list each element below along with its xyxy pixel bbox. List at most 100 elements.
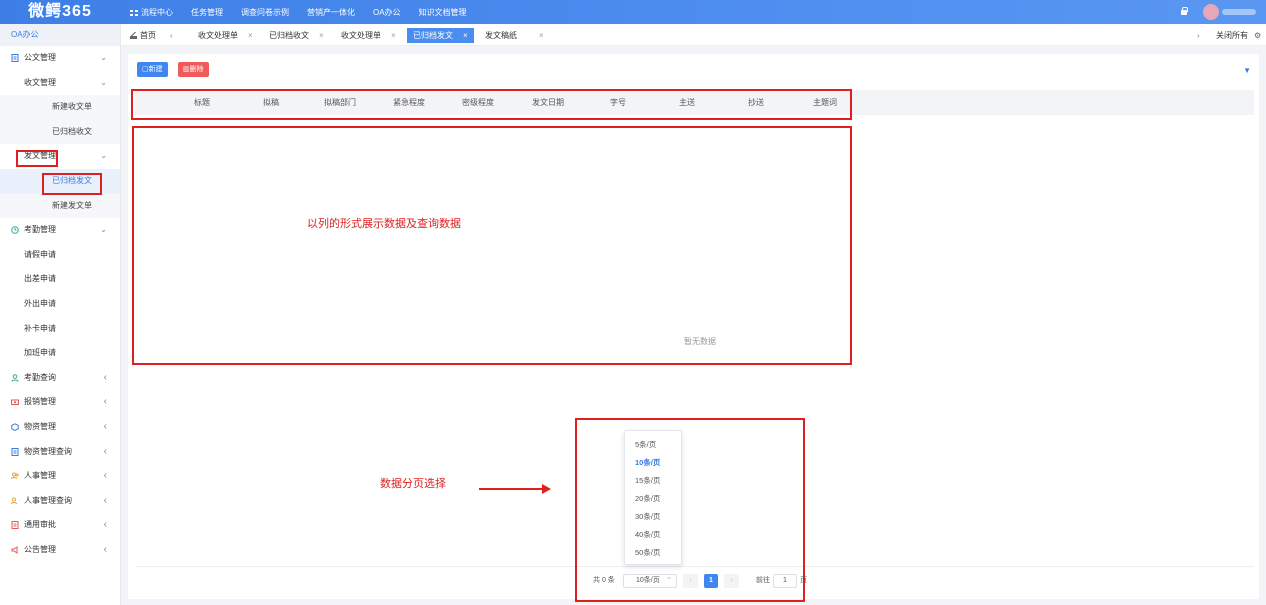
close-icon[interactable]: × — [248, 31, 253, 40]
sidebar-item-archived-incoming[interactable]: 已归档收文 — [0, 119, 120, 145]
topnav-process-center[interactable]: 流程中心 — [130, 7, 173, 18]
tab-outgoing-draft[interactable]: 发文稿纸 × — [485, 28, 544, 43]
close-icon[interactable]: × — [539, 31, 544, 40]
goto-page-input[interactable]: 1 — [773, 574, 797, 588]
tabs-scroll-left[interactable]: ‹ — [170, 28, 173, 43]
tab-label: 收文处理单 — [341, 31, 381, 40]
trash-icon: ▥ — [183, 66, 190, 73]
topnav-label: 流程中心 — [141, 7, 173, 17]
annotation-box-table-body — [132, 126, 852, 365]
tab-archived-outgoing[interactable]: 已归档发文 × — [407, 28, 474, 43]
annotation-table-note: 以列的形式展示数据及查询数据 — [307, 218, 461, 230]
delete-button-label: 删除 — [189, 66, 204, 73]
box-icon — [11, 423, 19, 431]
tab-archived-incoming[interactable]: 已归档收文 × — [269, 28, 324, 43]
topnav-marketing[interactable]: 营销产一体化 — [307, 7, 355, 18]
sidebar-item-incoming-management[interactable]: 收文管理 — [0, 71, 120, 96]
page-size-option[interactable]: 5条/页 — [635, 439, 656, 450]
page-size-option[interactable]: 40条/页 — [635, 529, 660, 540]
delete-button[interactable]: ▥删除 — [178, 62, 209, 77]
chevron-left-icon — [104, 366, 107, 391]
top-bar: 微鳄365 流程中心 任务管理 调查问卷示例 营销产一体化 OA办公 知识文档管… — [0, 0, 1266, 24]
sidebar-label: 公文管理 — [24, 53, 56, 62]
close-icon[interactable]: × — [319, 31, 324, 40]
sidebar-item-materials[interactable]: 物资管理 — [0, 415, 120, 440]
chevron-down-icon — [100, 144, 107, 169]
tab-incoming-form-1[interactable]: 收文处理单 × — [198, 28, 253, 43]
sidebar-item-hr-query[interactable]: 人事管理查询 — [0, 489, 120, 514]
sidebar-label: 人事管理 — [24, 471, 56, 481]
annotation-box-table-header — [131, 89, 852, 120]
sidebar-item-new-outgoing[interactable]: 新建发文单 — [0, 193, 120, 219]
close-icon[interactable]: × — [463, 31, 468, 40]
sidebar-header: OA办公 — [0, 24, 120, 46]
prev-page-button[interactable]: ‹ — [683, 574, 698, 588]
topnav-survey-example[interactable]: 调查问卷示例 — [241, 7, 289, 18]
tab-home[interactable]: 首页 — [130, 28, 156, 43]
sidebar-item-business-trip[interactable]: 出差申请 — [0, 267, 120, 292]
sidebar-label: 公告管理 — [24, 544, 56, 554]
topnav-task-management[interactable]: 任务管理 — [191, 7, 223, 18]
tab-bar: 首页 ‹ 收文处理单 × 已归档收文 × 收文处理单 × 已归档发文 × 发文稿纸 × ›… — [121, 24, 1266, 46]
sidebar-item-materials-query[interactable]: 物资管理查询 — [0, 440, 120, 465]
list-icon — [11, 447, 19, 456]
chevron-left-icon — [104, 464, 107, 489]
topnav-oa-office[interactable]: OA办公 — [373, 7, 401, 18]
sidebar-item-leave-request[interactable]: 请假申请 — [0, 243, 120, 268]
sidebar-item-new-incoming[interactable]: 新建收文单 — [0, 95, 120, 120]
pagination-total: 共 0 条 — [593, 577, 615, 584]
close-all-tabs[interactable]: 关闭所有 — [1216, 28, 1248, 43]
sidebar-item-attendance[interactable]: 考勤管理 — [0, 218, 120, 243]
current-page-button[interactable]: 1 — [704, 574, 718, 588]
sidebar-label: 人事管理查询 — [24, 495, 72, 505]
sidebar-item-overtime[interactable]: 加班申请 — [0, 341, 120, 366]
annotation-box-outgoing-menu — [16, 150, 58, 167]
sidebar-item-outing[interactable]: 外出申请 — [0, 292, 120, 317]
sidebar-label: 考勤查询 — [24, 372, 56, 382]
avatar[interactable] — [1203, 4, 1219, 20]
page-size-option[interactable]: 15条/页 — [635, 475, 660, 486]
app-logo[interactable]: 微鳄365 — [0, 0, 120, 24]
sidebar: OA办公 公文管理 收文管理 新建收文单 已归档收文 发文管理 已归档发文 新建… — [0, 24, 121, 605]
chevron-left-icon — [104, 538, 107, 563]
approval-icon — [11, 521, 19, 530]
new-button[interactable]: ▢新建 — [137, 62, 168, 77]
chevron-down-icon — [100, 71, 107, 96]
page-size-option-selected[interactable]: 10条/页 — [635, 457, 660, 468]
sidebar-item-clock-fix[interactable]: 补卡申请 — [0, 317, 120, 342]
sidebar-label: 物资管理查询 — [24, 446, 72, 456]
sidebar-item-hr[interactable]: 人事管理 — [0, 464, 120, 489]
sidebar-item-reimbursement[interactable]: 报销管理 — [0, 390, 120, 415]
sidebar-item-attendance-query[interactable]: 考勤查询 — [0, 366, 120, 391]
home-icon — [130, 32, 137, 39]
filter-icon[interactable]: ▼ — [1243, 66, 1251, 75]
sidebar-item-announcements[interactable]: 公告管理 — [0, 538, 120, 563]
page-size-option[interactable]: 30条/页 — [635, 511, 660, 522]
lock-icon[interactable] — [1181, 7, 1188, 15]
next-page-button[interactable]: › — [724, 574, 739, 588]
sidebar-item-doc-management[interactable]: 公文管理 — [0, 46, 120, 71]
document-icon — [11, 54, 19, 62]
username-blurred[interactable] — [1222, 9, 1256, 15]
page-size-select[interactable]: 10条/页 ⌃ — [623, 574, 677, 588]
page-size-option[interactable]: 20条/页 — [635, 493, 660, 504]
sidebar-label: 物资管理 — [24, 421, 56, 431]
sidebar-item-approval[interactable]: 通用审批 — [0, 513, 120, 538]
tabs-scroll-right[interactable]: › — [1197, 28, 1200, 43]
file-icon: ▢ — [142, 66, 149, 73]
annotation-box-archived-outgoing — [42, 173, 102, 195]
money-icon — [11, 399, 19, 406]
chevron-down-icon — [100, 46, 107, 71]
topnav-knowledge-docs[interactable]: 知识文档管理 — [419, 7, 467, 18]
goto-label: 前往 — [756, 577, 770, 584]
clock-icon — [11, 226, 19, 234]
megaphone-icon — [11, 545, 18, 554]
tab-label: 发文稿纸 — [485, 31, 517, 40]
sidebar-label: 收文管理 — [24, 77, 56, 87]
tab-incoming-form-2[interactable]: 收文处理单 × — [341, 28, 396, 43]
close-icon[interactable]: × — [391, 31, 396, 40]
gear-icon[interactable]: ⚙ — [1254, 28, 1261, 43]
page-size-option[interactable]: 50条/页 — [635, 547, 660, 558]
grid-menu-icon — [130, 9, 138, 16]
annotation-arrow — [479, 484, 551, 494]
